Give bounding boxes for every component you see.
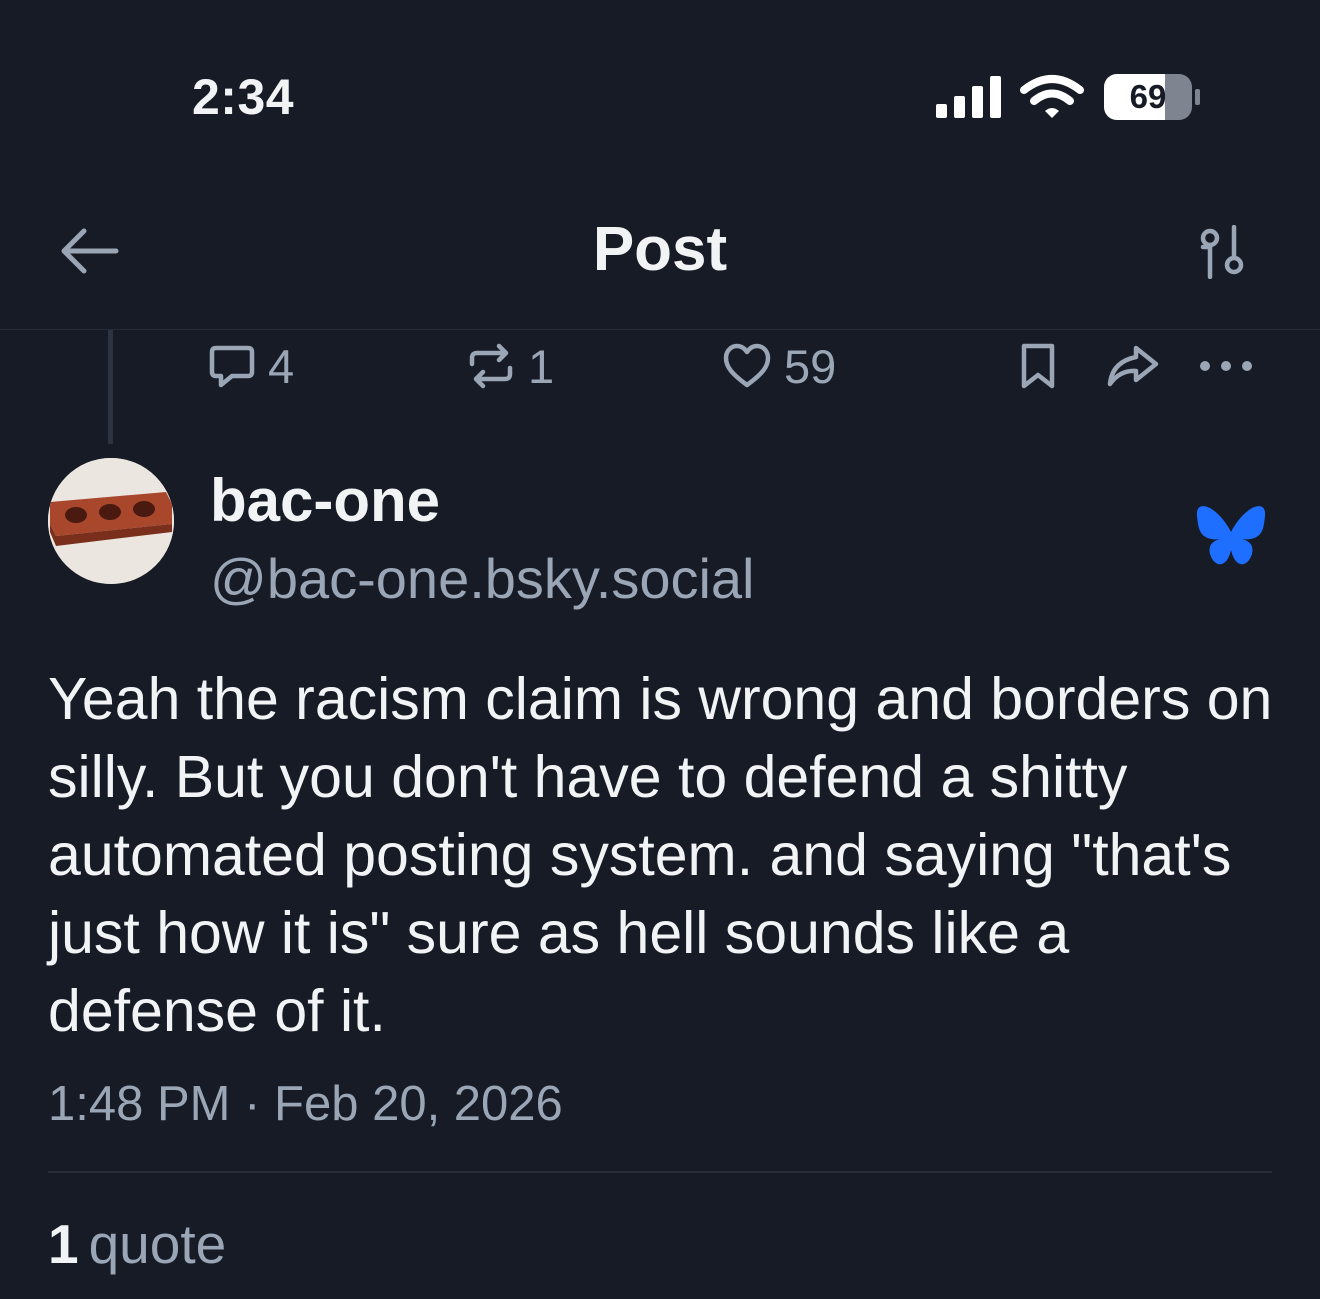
ellipsis-icon — [1200, 361, 1252, 371]
sliders-icon[interactable] — [1196, 225, 1250, 279]
author-display-name[interactable]: bac-one — [210, 466, 440, 535]
status-time: 2:34 — [192, 69, 295, 125]
quotes-link[interactable]: 1 quote — [48, 1212, 226, 1276]
post-divider — [48, 1171, 1272, 1173]
share-arrow-icon — [1107, 345, 1159, 387]
repost-count: 1 — [528, 339, 555, 393]
bookmark-button[interactable] — [1016, 334, 1060, 398]
bluesky-butterfly-icon — [1196, 506, 1266, 565]
comment-icon — [209, 345, 255, 388]
post-text: Yeah the racism claim is wrong and borde… — [48, 666, 1273, 1044]
cellular-signal-icon — [936, 76, 1001, 118]
wifi-icon — [1020, 75, 1084, 118]
avatar[interactable] — [48, 458, 174, 584]
more-options-button[interactable] — [1198, 334, 1254, 398]
post-timestamp: 1:48 PM · Feb 20, 2026 — [48, 1077, 563, 1131]
like-button[interactable]: 59 — [722, 334, 836, 398]
share-button[interactable] — [1106, 334, 1160, 398]
author-handle[interactable]: @bac-one.bsky.social — [210, 546, 755, 611]
thread-line — [108, 330, 113, 444]
bookmark-icon — [1021, 343, 1055, 389]
repost-icon — [469, 343, 513, 389]
repost-button[interactable]: 1 — [466, 334, 554, 398]
like-count: 59 — [784, 339, 837, 393]
header-divider — [0, 329, 1320, 330]
heart-icon — [723, 343, 771, 388]
quote-label: quote — [88, 1213, 227, 1275]
reply-count: 4 — [268, 339, 295, 393]
battery-indicator: 69 — [1104, 74, 1200, 120]
page-title: Post — [592, 215, 728, 284]
reply-button[interactable]: 4 — [208, 334, 294, 398]
battery-level: 69 — [1129, 78, 1167, 115]
quote-count: 1 — [48, 1213, 79, 1275]
brick-avatar-image — [48, 458, 174, 584]
